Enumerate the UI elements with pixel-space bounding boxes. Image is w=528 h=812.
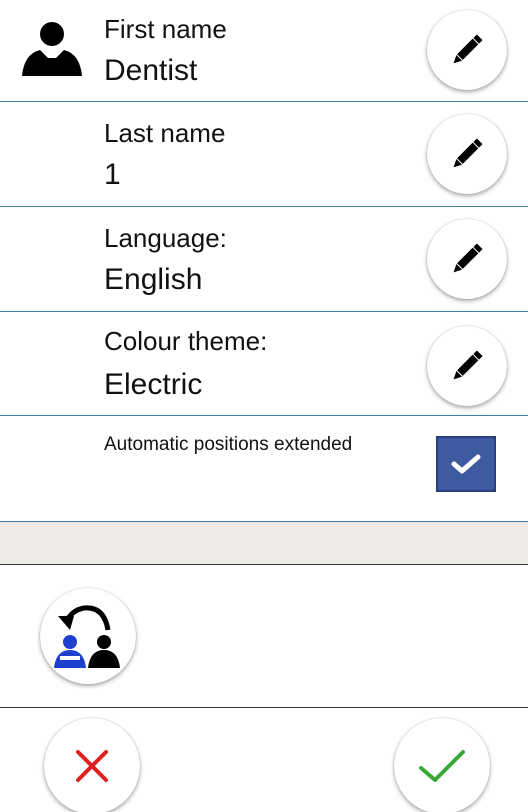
last-name-row: Last name 1 [0,102,528,207]
first-name-value: Dentist [104,54,198,87]
checkmark-icon [419,750,465,782]
automatic-positions-checkbox[interactable] [436,436,496,492]
language-label: Language: [104,223,227,253]
swap-user-icon [54,605,120,668]
language-value: English [104,263,203,296]
automatic-positions-label: Automatic positions extended [104,434,353,455]
confirm-button[interactable] [394,718,490,812]
automatic-positions-row: Automatic positions extended [0,416,528,522]
colour-theme-label: Colour theme: [104,326,268,356]
switch-user-button[interactable] [40,588,136,684]
profile-settings-screen: First name Dentist Last name 1 Language:… [0,0,528,812]
pencil-icon [453,34,483,64]
edit-last-name-button[interactable] [427,114,507,194]
checkmark-icon [451,454,481,474]
pencil-icon [453,138,483,168]
edit-language-button[interactable] [427,219,507,299]
first-name-row: First name Dentist [0,0,528,102]
colour-theme-row: Colour theme: Electric [0,312,528,416]
edit-colour-theme-button[interactable] [427,326,507,406]
edit-first-name-button[interactable] [427,10,507,90]
pencil-icon [453,243,483,273]
cancel-button[interactable] [44,718,140,812]
last-name-label: Last name [104,118,226,148]
divider [0,707,528,708]
section-separator [0,522,528,565]
language-row: Language: English [0,207,528,312]
pencil-icon [453,350,483,380]
first-name-label: First name [104,14,227,44]
last-name-value: 1 [104,158,121,191]
user-icon [22,22,82,76]
close-icon [76,750,108,782]
colour-theme-value: Electric [104,368,203,401]
